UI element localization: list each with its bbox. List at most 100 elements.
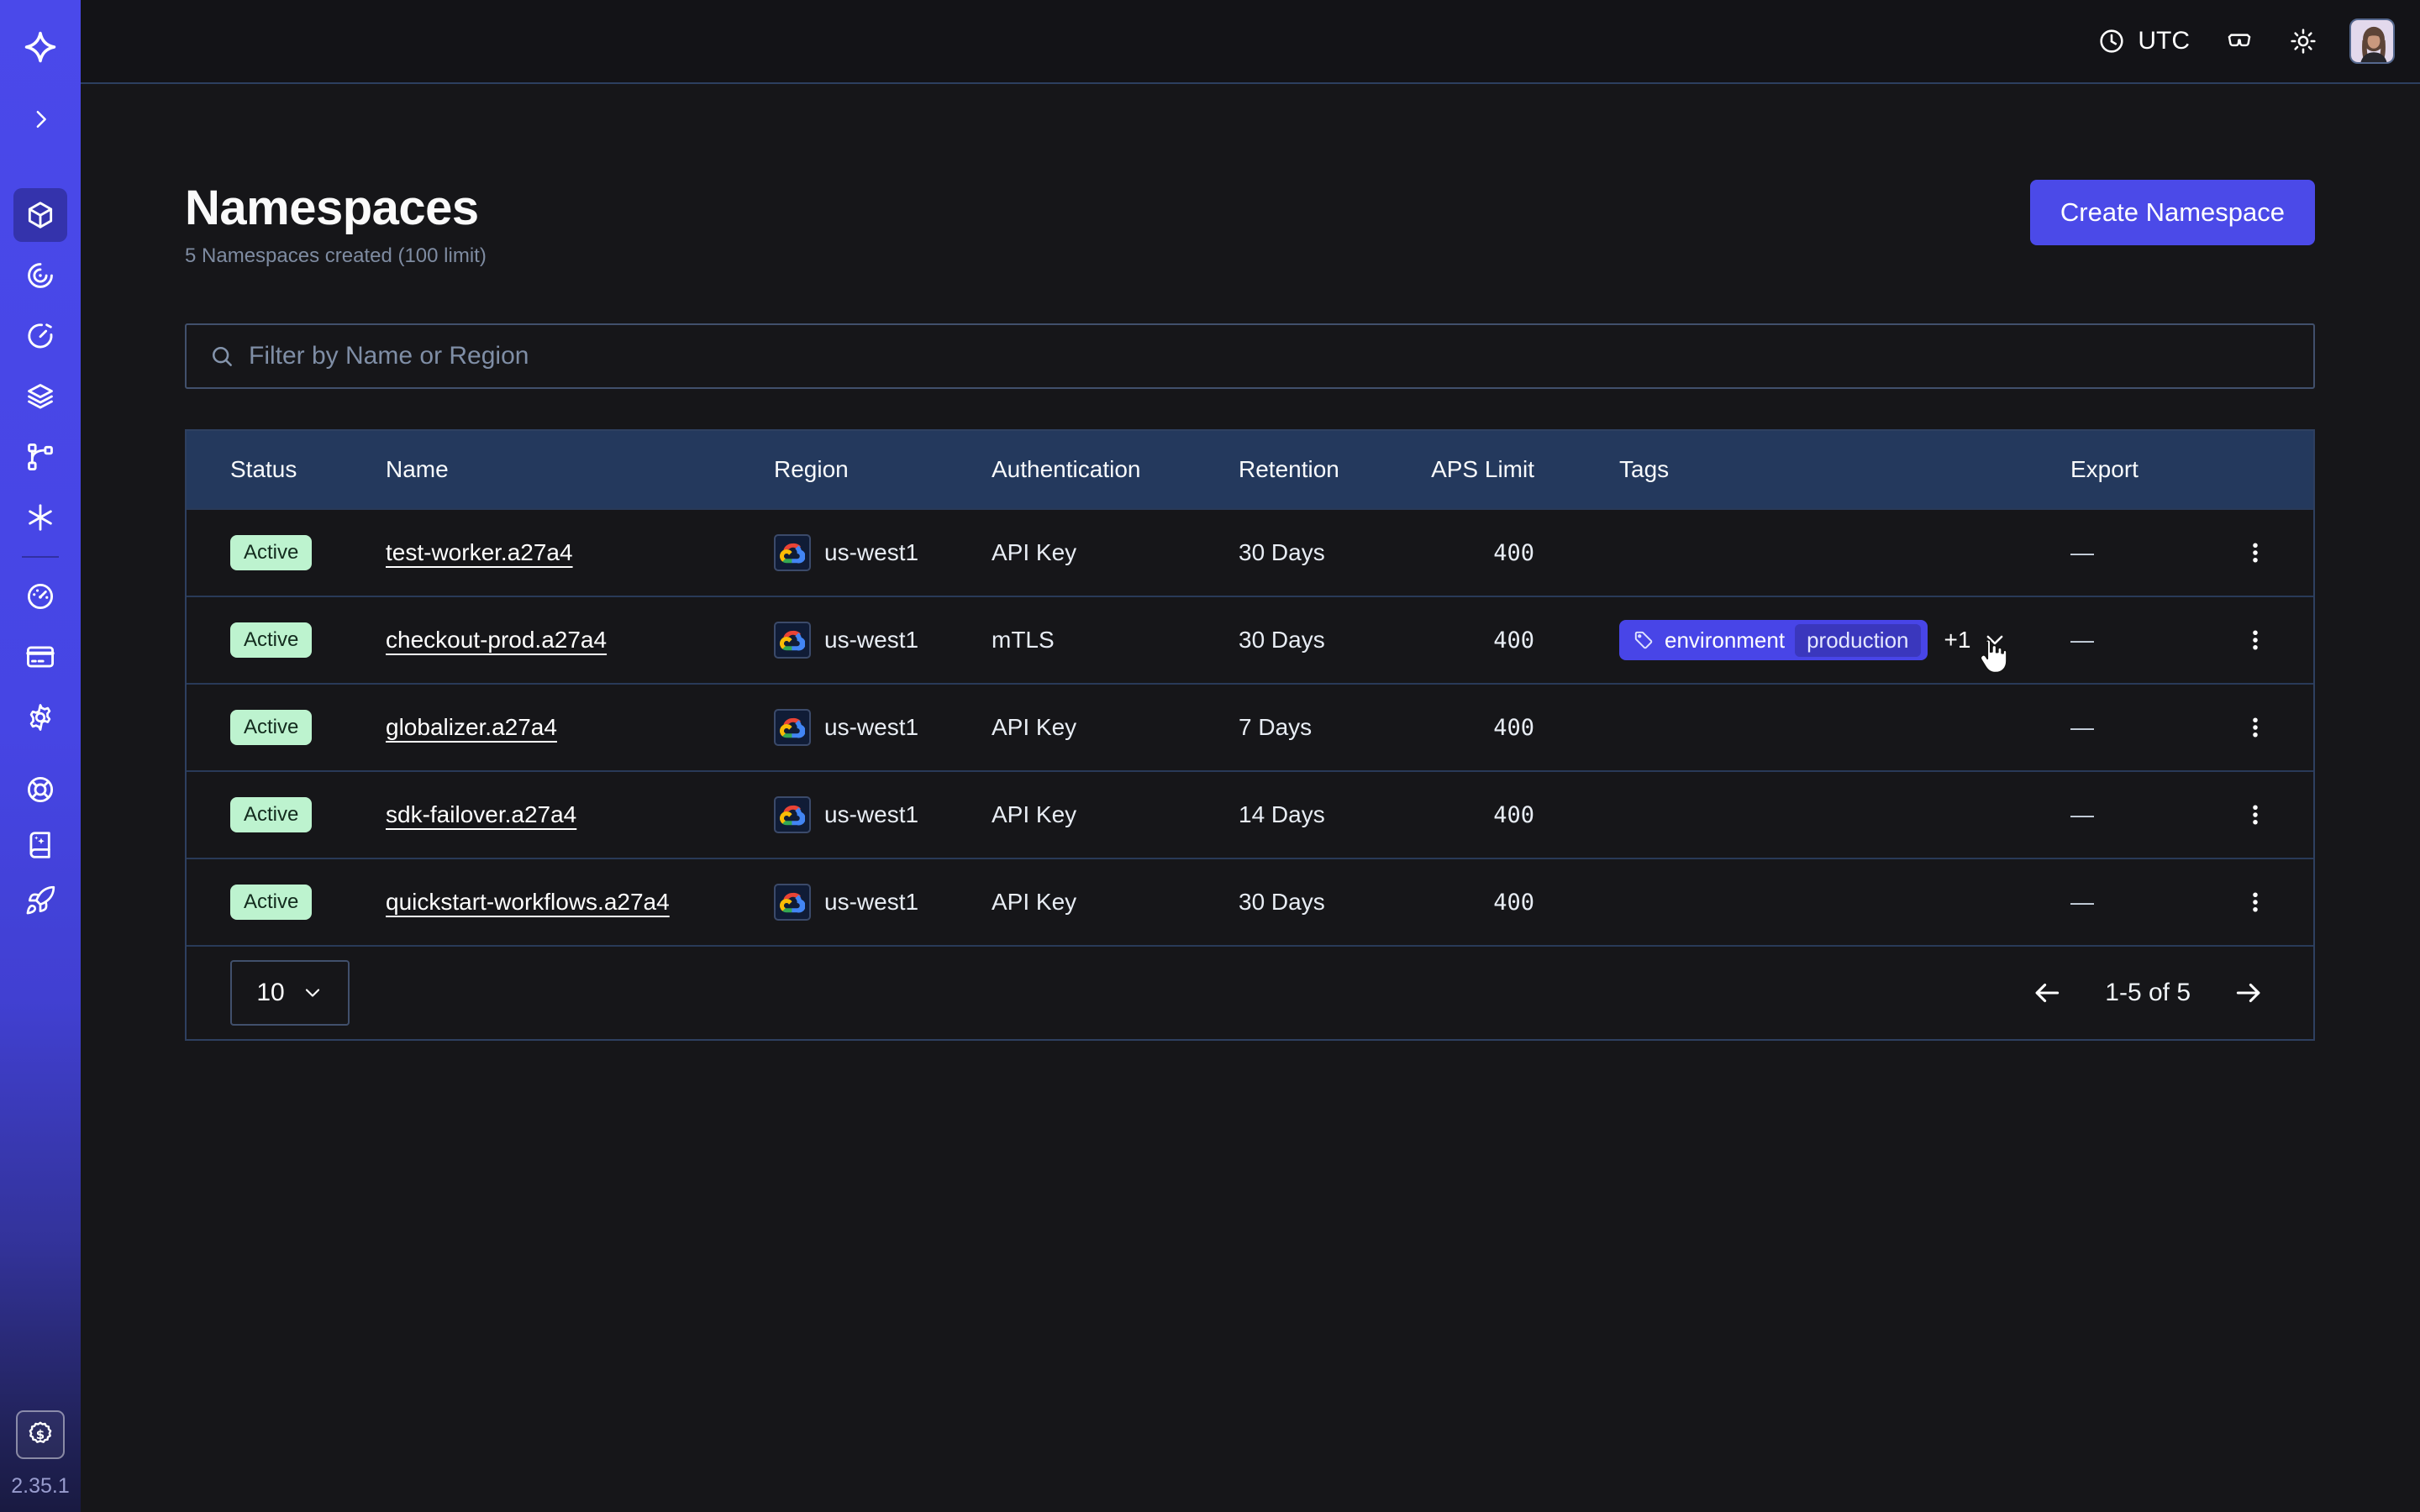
export-value: —: [2054, 627, 2196, 654]
table-header-row: Status Name Region Authentication Retent…: [187, 431, 2313, 508]
status-badge: Active: [230, 885, 312, 920]
sidebar-item-usage[interactable]: [13, 570, 67, 623]
page-size-value: 10: [256, 979, 284, 1007]
kebab-icon: [2243, 540, 2268, 565]
namespace-link[interactable]: quickstart-workflows.a27a4: [386, 889, 670, 915]
kebab-icon: [2243, 890, 2268, 915]
col-status: Status: [187, 456, 386, 483]
gcp-icon: [774, 796, 811, 833]
sidebar-item-schedules[interactable]: [13, 309, 67, 363]
chevron-right-icon: [28, 107, 53, 132]
retention-value: 14 Days: [1239, 801, 1431, 828]
sidebar-item-nexus[interactable]: [13, 491, 67, 544]
topbar: UTC: [81, 0, 2420, 84]
sidebar: 2.35.1: [0, 0, 81, 1512]
table-row: Active globalizer.a27a4 us-west1 API Key…: [187, 683, 2313, 770]
aps-value: 400: [1431, 627, 1534, 654]
kebab-icon: [2243, 627, 2268, 653]
rocket-icon: [24, 885, 56, 916]
sidebar-item-deployments[interactable]: [13, 430, 67, 484]
auth-value: API Key: [992, 539, 1239, 566]
col-retention: Retention: [1239, 456, 1431, 483]
row-menu-button[interactable]: [2234, 794, 2276, 836]
tag-pill[interactable]: environment production: [1619, 620, 1928, 660]
namespace-link[interactable]: globalizer.a27a4: [386, 714, 557, 740]
sidebar-item-namespaces[interactable]: [13, 188, 67, 242]
create-namespace-button[interactable]: Create Namespace: [2030, 180, 2315, 245]
table-row: Active sdk-failover.a27a4 us-west1 API K…: [187, 770, 2313, 858]
app-version: 2.35.1: [11, 1474, 70, 1499]
namespace-link[interactable]: test-worker.a27a4: [386, 539, 573, 565]
retention-value: 30 Days: [1239, 889, 1431, 916]
next-page-button[interactable]: [2228, 972, 2270, 1014]
tags-expand-button[interactable]: [1982, 627, 2007, 653]
kebab-icon: [2243, 715, 2268, 740]
credits-button[interactable]: [16, 1410, 65, 1459]
aps-value: 400: [1431, 540, 1534, 566]
labs-mode-button[interactable]: [2213, 18, 2265, 64]
tag-value: production: [1795, 624, 1920, 657]
arrow-right-icon: [2233, 977, 2265, 1009]
glasses-icon: [2225, 27, 2254, 55]
auth-value: API Key: [992, 714, 1239, 741]
cube-icon: [24, 199, 56, 231]
branch-icon: [24, 441, 56, 473]
search-input[interactable]: [249, 342, 2291, 370]
col-aps-limit: APS Limit: [1431, 456, 1534, 483]
namespace-link[interactable]: checkout-prod.a27a4: [386, 627, 607, 653]
region-label: us-west1: [824, 627, 918, 654]
table-pagination: 10 1-5 of 5: [187, 945, 2313, 1039]
export-value: —: [2054, 889, 2196, 916]
sidebar-item-support[interactable]: [13, 763, 67, 816]
timezone-button[interactable]: UTC: [2086, 18, 2202, 64]
region-label: us-west1: [824, 801, 918, 828]
sidebar-item-billing[interactable]: [13, 630, 67, 684]
sidebar-item-workflows[interactable]: [13, 249, 67, 302]
clock-icon: [2097, 27, 2126, 55]
credit-card-icon: [24, 641, 56, 673]
prev-page-button[interactable]: [2026, 972, 2068, 1014]
gauge-icon: [24, 580, 56, 612]
row-menu-button[interactable]: [2234, 619, 2276, 661]
sidebar-nav-account: [13, 570, 67, 744]
page-subtitle: 5 Namespaces created (100 limit): [185, 244, 487, 268]
user-menu-button[interactable]: [2349, 18, 2395, 64]
page-title: Namespaces: [185, 180, 487, 236]
aps-value: 400: [1431, 890, 1534, 916]
sidebar-expand-button[interactable]: [13, 92, 67, 146]
theme-toggle-button[interactable]: [2277, 18, 2329, 64]
timer-icon: [24, 320, 56, 352]
book-sparkle-icon: [24, 829, 56, 861]
sidebar-item-docs[interactable]: [13, 818, 67, 872]
aps-value: 400: [1431, 715, 1534, 741]
export-value: —: [2054, 539, 2196, 566]
table-row: Active quickstart-workflows.a27a4 us-wes…: [187, 858, 2313, 945]
sidebar-item-get-started[interactable]: [13, 874, 67, 927]
sidebar-item-settings[interactable]: [13, 690, 67, 744]
col-export: Export: [2054, 456, 2196, 483]
sidebar-item-batch-operations[interactable]: [13, 370, 67, 423]
temporal-logo[interactable]: [13, 20, 67, 74]
page-header: Namespaces 5 Namespaces created (100 lim…: [185, 180, 2315, 268]
status-badge: Active: [230, 535, 312, 570]
sidebar-nav-primary: [13, 188, 67, 544]
page-size-select[interactable]: 10: [230, 960, 350, 1026]
asterisk-icon: [24, 501, 56, 533]
row-menu-button[interactable]: [2234, 532, 2276, 574]
namespace-filter[interactable]: [185, 323, 2315, 389]
row-menu-button[interactable]: [2234, 881, 2276, 923]
status-badge: Active: [230, 622, 312, 658]
gcp-icon: [774, 709, 811, 746]
namespace-link[interactable]: sdk-failover.a27a4: [386, 801, 576, 827]
status-badge: Active: [230, 797, 312, 832]
namespaces-table: Status Name Region Authentication Retent…: [185, 429, 2315, 1041]
table-row: Active checkout-prod.a27a4 us-west1 mTLS…: [187, 596, 2313, 683]
export-value: —: [2054, 801, 2196, 828]
col-region: Region: [774, 456, 992, 483]
row-menu-button[interactable]: [2234, 706, 2276, 748]
chevron-down-icon: [302, 982, 324, 1004]
retention-value: 30 Days: [1239, 539, 1431, 566]
region-label: us-west1: [824, 539, 918, 566]
sun-icon: [2289, 27, 2317, 55]
col-authentication: Authentication: [992, 456, 1239, 483]
